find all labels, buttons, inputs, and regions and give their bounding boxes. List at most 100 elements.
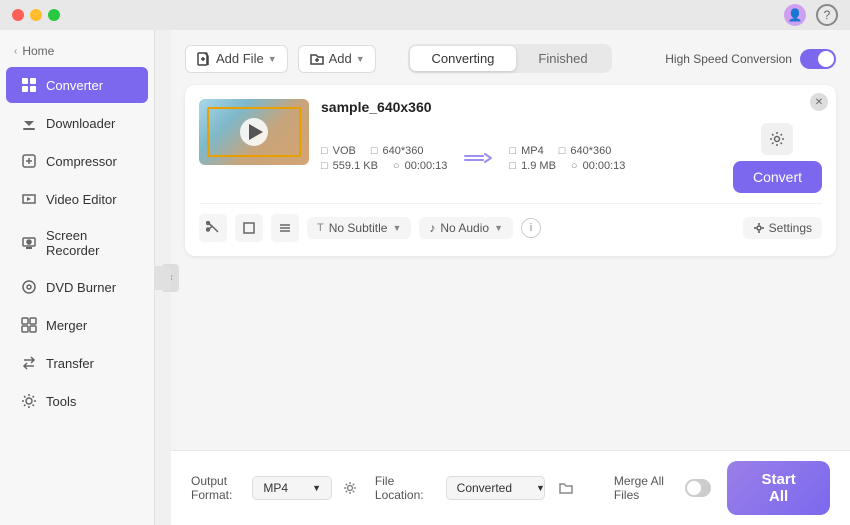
- source-duration-icon: ○: [393, 160, 400, 172]
- tab-finished[interactable]: Finished: [516, 46, 609, 71]
- file-settings-button[interactable]: [761, 123, 793, 155]
- sidebar-item-screen-recorder[interactable]: Screen Recorder: [6, 219, 148, 267]
- target-format-line: □ MP4 □ 640*360: [509, 145, 625, 157]
- output-format-field: Output Format: MP4 ▼: [191, 474, 359, 502]
- source-info: □ VOB □ 640*360 □ 559.1 KB ○ 00:00:13: [321, 145, 447, 172]
- screen-recorder-icon: [20, 234, 38, 252]
- file-card-close-button[interactable]: ✕: [810, 93, 828, 111]
- target-meta-line: □ 1.9 MB ○ 00:00:13: [509, 160, 625, 172]
- start-all-button[interactable]: Start All: [727, 461, 830, 515]
- settings-icon: [753, 222, 765, 234]
- sidebar-collapse-toggle[interactable]: [155, 266, 171, 290]
- target-duration: 00:00:13: [583, 160, 626, 172]
- screen-recorder-label: Screen Recorder: [46, 228, 134, 258]
- minimize-button[interactable]: [30, 9, 42, 21]
- effects-button[interactable]: [271, 214, 299, 242]
- help-icon[interactable]: ?: [816, 4, 838, 26]
- folder-icon: [558, 480, 574, 496]
- merge-control: Merge All Files: [614, 474, 711, 502]
- output-format-select[interactable]: MP4 ▼: [252, 476, 332, 500]
- source-resolution: 640*360: [383, 145, 424, 157]
- sidebar-item-converter[interactable]: Converter: [6, 67, 148, 103]
- user-icon[interactable]: 👤: [784, 4, 806, 26]
- convert-actions: Convert: [733, 123, 822, 193]
- file-location-select[interactable]: Converted ▼: [446, 476, 546, 500]
- conversion-row: □ VOB □ 640*360 □ 559.1 KB ○ 00:00:13: [321, 123, 822, 193]
- transfer-label: Transfer: [46, 356, 94, 371]
- merge-label: Merge All Files: [614, 474, 678, 502]
- tools-label: Tools: [46, 394, 76, 409]
- add-file-label: Add File: [216, 51, 264, 66]
- speed-label: High Speed Conversion: [665, 52, 792, 66]
- file-card: ✕ sample_640x360: [185, 85, 836, 256]
- top-bar: Add File ▼ Add ▼ Converting Finished: [185, 44, 836, 73]
- sidebar-item-dvd-burner[interactable]: DVD Burner: [6, 269, 148, 305]
- converter-label: Converter: [46, 78, 103, 93]
- merger-label: Merger: [46, 318, 87, 333]
- conversion-arrow: [455, 148, 501, 168]
- titlebar: 👤 ?: [0, 0, 850, 30]
- add-file-button[interactable]: Add File ▼: [185, 45, 288, 73]
- maximize-button[interactable]: [48, 9, 60, 21]
- audio-dropdown[interactable]: ♪ No Audio ▼: [419, 217, 513, 239]
- speed-control: High Speed Conversion: [665, 49, 836, 69]
- source-format-line: □ VOB □ 640*360: [321, 145, 447, 157]
- add-folder-icon: [309, 51, 325, 67]
- cut-button[interactable]: [199, 214, 227, 242]
- target-info: □ MP4 □ 640*360 □ 1.9 MB ○ 00:00:13: [509, 145, 625, 172]
- card-bottom: T No Subtitle ▼ ♪ No Audio ▼ i: [199, 203, 822, 242]
- subtitle-dropdown[interactable]: T No Subtitle ▼: [307, 217, 411, 239]
- target-size-icon: □: [509, 160, 516, 172]
- info-button[interactable]: i: [521, 218, 541, 238]
- thumbnail[interactable]: [199, 99, 309, 165]
- source-format: VOB: [333, 145, 356, 157]
- source-size-icon: □: [321, 160, 328, 172]
- play-button[interactable]: [240, 118, 268, 146]
- sidebar-item-merger[interactable]: Merger: [6, 307, 148, 343]
- target-size: 1.9 MB: [521, 160, 556, 172]
- audio-chevron-icon: ▼: [494, 223, 503, 233]
- sidebar-item-transfer[interactable]: Transfer: [6, 345, 148, 381]
- convert-button[interactable]: Convert: [733, 161, 822, 193]
- dvd-burner-icon: [20, 278, 38, 296]
- add-folder-button[interactable]: Add ▼: [298, 45, 376, 73]
- file-location-chevron-icon: ▼: [536, 483, 545, 493]
- downloader-icon: [20, 114, 38, 132]
- sidebar-item-video-editor[interactable]: Video Editor: [6, 181, 148, 217]
- target-format: MP4: [521, 145, 544, 157]
- main-content: Add File ▼ Add ▼ Converting Finished: [171, 30, 850, 450]
- app-body: ‹ Home Converter Downloader: [0, 30, 850, 525]
- file-location-browse-button[interactable]: [553, 474, 578, 502]
- compressor-label: Compressor: [46, 154, 117, 169]
- sidebar-item-downloader[interactable]: Downloader: [6, 105, 148, 141]
- source-meta-line: □ 559.1 KB ○ 00:00:13: [321, 160, 447, 172]
- transfer-icon: [20, 354, 38, 372]
- sidebar-item-tools[interactable]: Tools: [6, 383, 148, 419]
- speed-toggle[interactable]: [800, 49, 836, 69]
- tab-group: Converting Finished: [408, 44, 612, 73]
- crop-icon: [242, 221, 256, 235]
- merge-toggle[interactable]: [685, 479, 711, 497]
- bottom-bar: Output Format: MP4 ▼ File Location: Conv…: [171, 450, 850, 525]
- add-folder-chevron-icon: ▼: [356, 54, 365, 64]
- close-button[interactable]: [12, 9, 24, 21]
- downloader-label: Downloader: [46, 116, 115, 131]
- effects-icon: [278, 221, 292, 235]
- video-editor-label: Video Editor: [46, 192, 117, 207]
- sidebar-item-compressor[interactable]: Compressor: [6, 143, 148, 179]
- tab-converting[interactable]: Converting: [410, 46, 517, 71]
- settings-label: Settings: [769, 221, 812, 235]
- crop-button[interactable]: [235, 214, 263, 242]
- settings-button[interactable]: Settings: [743, 217, 822, 239]
- output-format-chevron-icon: ▼: [312, 483, 321, 493]
- file-location-field: File Location: Converted ▼: [375, 474, 578, 502]
- dvd-burner-label: DVD Burner: [46, 280, 116, 295]
- target-file-icon: □: [509, 145, 516, 157]
- converter-icon: [20, 76, 38, 94]
- target-duration-icon: ○: [571, 160, 578, 172]
- add-file-chevron-icon: ▼: [268, 54, 277, 64]
- output-format-settings-button[interactable]: [340, 474, 359, 502]
- audio-label: No Audio: [440, 221, 489, 235]
- gear-icon: [769, 131, 785, 147]
- home-nav[interactable]: ‹ Home: [0, 38, 154, 66]
